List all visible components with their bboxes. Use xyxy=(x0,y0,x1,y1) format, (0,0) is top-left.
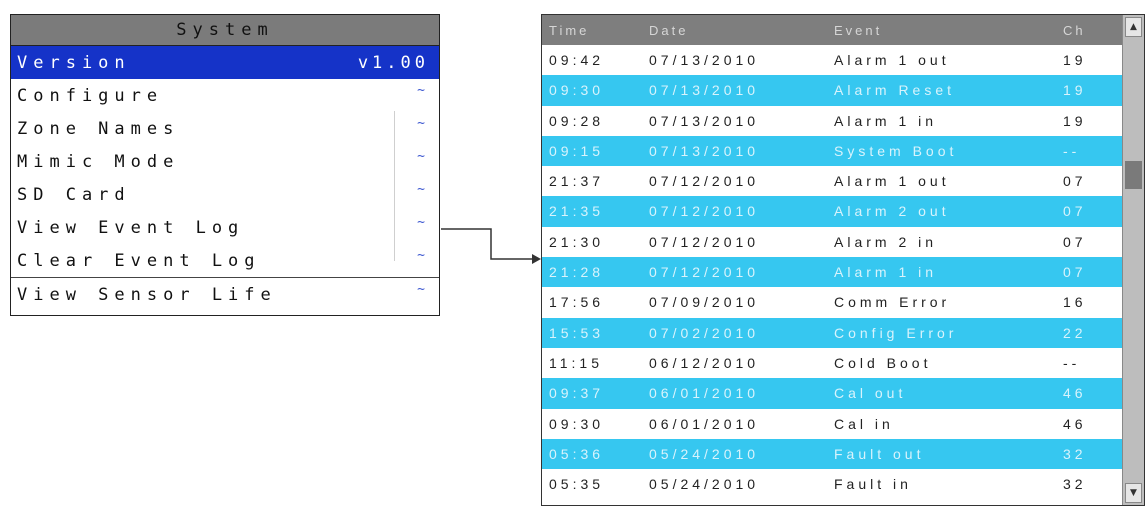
event-date-cell: 07/12/2010 xyxy=(649,203,760,220)
event-time-cell: 09:15 xyxy=(549,142,605,159)
event-ch-cell: -- xyxy=(1063,142,1081,159)
event-event-cell: System Boot xyxy=(834,142,958,159)
event-log-row[interactable]: 09:15 07/13/2010 System Boot -- xyxy=(542,135,1122,167)
event-ch-cell: 19 xyxy=(1063,52,1087,68)
event-event-cell: Alarm Reset xyxy=(834,82,956,99)
event-time-cell: 09:30 xyxy=(549,415,605,432)
column-header-time[interactable]: Time xyxy=(549,23,589,38)
column-header-event[interactable]: Event xyxy=(834,23,882,38)
event-ch-cell: 32 xyxy=(1063,445,1087,462)
event-date-cell: 07/12/2010 xyxy=(649,264,760,281)
event-event-cell: Alarm 2 in xyxy=(834,233,938,250)
event-time-cell: 15:53 xyxy=(549,324,605,341)
event-time-cell: 05:36 xyxy=(549,445,605,462)
event-log-rows: 09:42 07/13/2010 Alarm 1 out 19 09:30 07/13/2… xyxy=(542,45,1122,499)
event-date-cell: 06/01/2010 xyxy=(649,385,760,402)
event-ch-cell: 46 xyxy=(1063,415,1087,432)
event-date-cell: 07/13/2010 xyxy=(649,52,760,68)
event-ch-cell: 07 xyxy=(1063,264,1087,281)
event-event-cell: Alarm 1 in xyxy=(834,264,938,281)
event-log-row[interactable]: 21:37 07/12/2010 Alarm 1 out 07 xyxy=(542,166,1122,196)
event-event-cell: Fault in xyxy=(834,476,912,493)
event-time-cell: 21:30 xyxy=(549,233,605,250)
event-ch-cell: 07 xyxy=(1063,203,1087,220)
event-date-cell: 07/12/2010 xyxy=(649,173,760,190)
event-date-cell: 05/24/2010 xyxy=(649,476,760,493)
event-time-cell: 21:28 xyxy=(549,264,605,281)
event-time-cell: 09:42 xyxy=(549,52,605,68)
event-log-row[interactable]: 09:30 06/01/2010 Cal in 46 xyxy=(542,409,1122,439)
event-event-cell: Comm Error xyxy=(834,294,951,311)
event-log-row[interactable]: 09:37 06/01/2010 Cal out 46 xyxy=(542,378,1122,409)
event-log-row[interactable]: 09:42 07/13/2010 Alarm 1 out 19 xyxy=(542,45,1122,75)
event-event-cell: Alarm 1 out xyxy=(834,173,950,190)
event-ch-cell: 07 xyxy=(1063,233,1087,250)
scroll-down-button[interactable]: ▼ xyxy=(1125,483,1142,503)
event-log-row[interactable]: 11:15 06/12/2010 Cold Boot -- xyxy=(542,348,1122,378)
event-log-row[interactable]: 09:30 07/13/2010 Alarm Reset 19 xyxy=(542,75,1122,106)
event-date-cell: 06/01/2010 xyxy=(649,415,760,432)
event-log-row[interactable]: 05:36 05/24/2010 Fault out 32 xyxy=(542,438,1122,470)
event-event-cell: Alarm 1 out xyxy=(834,52,950,68)
event-event-cell: Cal out xyxy=(834,385,907,402)
event-event-cell: Cold Boot xyxy=(834,354,932,371)
event-date-cell: 07/13/2010 xyxy=(649,82,760,99)
event-event-cell: Config Error xyxy=(834,324,958,341)
event-date-cell: 07/09/2010 xyxy=(649,294,760,311)
triangle-up-icon: ▲ xyxy=(1130,22,1137,32)
event-date-cell: 07/02/2010 xyxy=(649,324,760,341)
event-time-cell: 11:15 xyxy=(549,354,603,371)
event-log-row[interactable]: 05:35 05/24/2010 Fault in 32 xyxy=(542,469,1122,499)
column-header-date[interactable]: Date xyxy=(649,23,688,38)
event-event-cell: Fault out xyxy=(834,445,925,462)
event-ch-cell: 19 xyxy=(1063,112,1087,129)
event-time-cell: 21:35 xyxy=(549,203,605,220)
column-header-channel[interactable]: Ch xyxy=(1063,23,1086,38)
event-log-row[interactable]: 17:56 07/09/2010 Comm Error 16 xyxy=(542,287,1122,317)
scroll-thumb[interactable] xyxy=(1125,161,1142,189)
event-ch-cell: 46 xyxy=(1063,385,1087,402)
event-date-cell: 06/12/2010 xyxy=(649,354,760,371)
event-ch-cell: 32 xyxy=(1063,476,1087,493)
event-ch-cell: 19 xyxy=(1063,82,1087,99)
event-time-cell: 05:35 xyxy=(549,476,605,493)
event-log-panel: Time Date Event Ch 09:42 07/13/2010 Alarm … xyxy=(541,14,1145,506)
event-date-cell: 07/13/2010 xyxy=(649,112,760,129)
event-time-cell: 21:37 xyxy=(549,173,605,190)
event-date-cell: 07/13/2010 xyxy=(649,142,760,159)
triangle-down-icon: ▼ xyxy=(1130,488,1137,498)
event-time-cell: 17:56 xyxy=(549,294,605,311)
event-ch-cell: 07 xyxy=(1063,173,1087,190)
event-log-row[interactable]: 21:30 07/12/2010 Alarm 2 in 07 xyxy=(542,227,1122,257)
event-date-cell: 07/12/2010 xyxy=(649,233,760,250)
event-log-row[interactable]: 15:53 07/02/2010 Config Error 22 xyxy=(542,317,1122,348)
event-event-cell: Cal in xyxy=(834,415,894,432)
event-ch-cell: -- xyxy=(1063,354,1081,371)
event-time-cell: 09:37 xyxy=(549,385,605,402)
event-ch-cell: 22 xyxy=(1063,324,1087,341)
event-ch-cell: 16 xyxy=(1063,294,1087,311)
event-event-cell: Alarm 2 out xyxy=(834,203,950,220)
event-event-cell: Alarm 1 in xyxy=(834,112,938,129)
scrollbar[interactable]: ▲ ▼ xyxy=(1122,15,1144,505)
event-log-row[interactable]: 21:28 07/12/2010 Alarm 1 in 07 xyxy=(542,257,1122,288)
event-log-header: Time Date Event Ch xyxy=(542,15,1122,45)
event-log-row[interactable]: 09:28 07/13/2010 Alarm 1 in 19 xyxy=(542,106,1122,136)
event-log-row[interactable]: 21:35 07/12/2010 Alarm 2 out 07 xyxy=(542,196,1122,227)
event-date-cell: 05/24/2010 xyxy=(649,445,760,462)
scroll-up-button[interactable]: ▲ xyxy=(1125,17,1142,37)
event-time-cell: 09:28 xyxy=(549,112,605,129)
event-time-cell: 09:30 xyxy=(549,82,605,99)
